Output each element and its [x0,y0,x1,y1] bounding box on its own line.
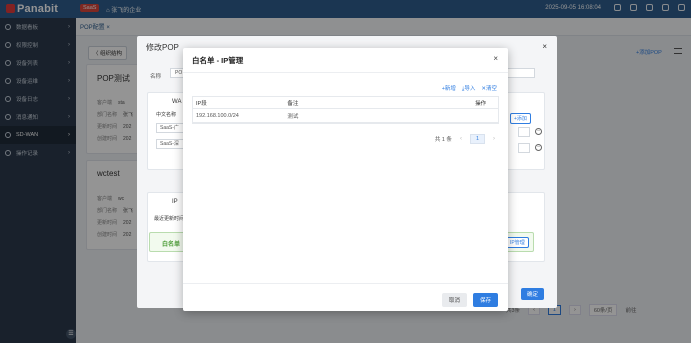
col-ip: IP段 [196,100,207,107]
page-number[interactable]: 1 [469,134,485,144]
field-input[interactable] [518,143,530,153]
recent-update-label: 最近更新时间 [154,216,185,222]
cancel-button[interactable]: 取消 [442,293,468,307]
add-button[interactable]: +新增 [442,84,456,93]
close-icon[interactable]: × [493,54,498,63]
ip-manage-dialog: 白名单 - IP管理 × +新增 ⤓导入 ✕清空 IP段 备注 操作 192.1… [183,48,508,311]
col-note: 备注 [287,100,299,107]
cell-ip: 192.168.100.0/24 [196,112,239,119]
field-input[interactable] [518,127,530,137]
ip-table: IP段 备注 操作 192.168.100.0/24 测试 [192,96,499,124]
saas-input[interactable]: SaaS-广 [156,123,186,133]
cn-name-label: 中文名称 [156,112,177,118]
close-icon[interactable]: × [542,42,547,51]
col-op: 操作 [475,100,487,107]
divider [183,72,508,73]
remove-icon[interactable]: − [535,144,542,151]
saas-input[interactable]: SaaS-深 [156,139,186,149]
remove-icon[interactable]: − [535,128,542,135]
confirm-button[interactable]: 确定 [521,288,545,300]
add-button[interactable]: +添加 [510,113,531,124]
clear-button[interactable]: ✕清空 [481,84,497,93]
dialog-title: 修改POP [146,43,179,52]
section-label: WA [172,99,182,105]
name-label: 名称 [150,74,162,80]
save-button[interactable]: 保存 [473,293,499,307]
import-button[interactable]: ⤓导入 [462,84,475,93]
table-row[interactable]: 192.168.100.0/24 测试 [193,109,498,123]
pager-total: 共 1 条 [434,137,452,143]
ip-manage-button[interactable]: IP管理 [506,237,529,248]
next-page-icon[interactable]: › [493,136,495,142]
toolbar: +新增 ⤓导入 ✕清空 [442,84,497,93]
dialog-title: 白名单 - IP管理 [192,56,244,65]
cell-op [463,109,498,122]
divider [183,283,508,284]
prev-page-icon[interactable]: ‹ [460,136,462,142]
whitelist-label: 白名单 [162,242,181,248]
section-label: IP [172,199,178,205]
pagination: 共 1 条 ‹ 1 › [435,134,495,144]
table-header: IP段 备注 操作 [193,97,498,109]
cell-note: 测试 [287,113,299,120]
